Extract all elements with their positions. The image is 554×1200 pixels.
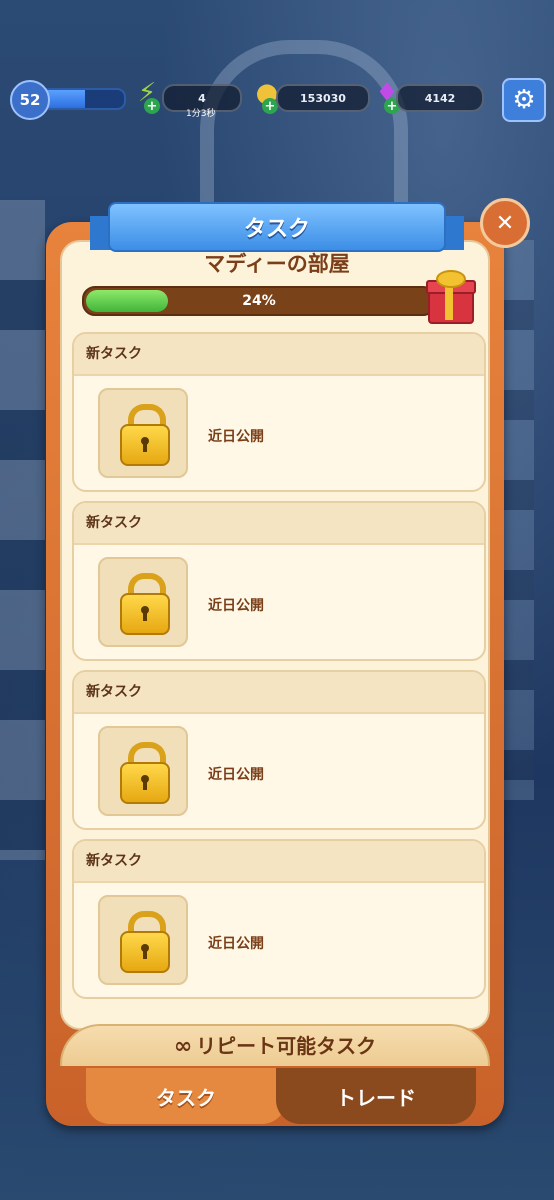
task-status-text: 近日公開 xyxy=(208,598,264,614)
lock-tile xyxy=(98,388,188,478)
padlock-icon xyxy=(120,931,170,973)
tab-task[interactable]: タスク xyxy=(86,1068,286,1124)
keyhole-stem xyxy=(143,780,147,790)
level-star-badge: 52 xyxy=(10,80,50,120)
coin-counter: 153030 xyxy=(276,84,370,112)
task-card[interactable]: 新タスク 近日公開 xyxy=(72,332,486,492)
repeatable-tasks-label: リピート可能タスク xyxy=(196,1034,377,1058)
lock-tile xyxy=(98,726,188,816)
task-card[interactable]: 新タスク 近日公開 xyxy=(72,501,486,661)
task-card-header: 新タスク xyxy=(74,334,484,376)
padlock-icon xyxy=(120,424,170,466)
task-card[interactable]: 新タスク 近日公開 xyxy=(72,839,486,999)
close-icon: ✕ xyxy=(495,210,515,236)
padlock-icon xyxy=(120,593,170,635)
gift-bow xyxy=(436,270,466,288)
task-card-header: 新タスク xyxy=(74,841,484,883)
room-progress-bar: 24% xyxy=(82,286,436,316)
task-card[interactable]: 新タスク 近日公開 xyxy=(72,670,486,830)
settings-gear-button[interactable]: ⚙ xyxy=(502,78,546,122)
keyhole-stem xyxy=(143,442,147,452)
background-arch xyxy=(200,40,408,224)
repeatable-tasks-label-row: ∞ リピート可能タスク xyxy=(46,1030,504,1059)
tab-trade[interactable]: トレード xyxy=(276,1068,476,1124)
background-side-panel xyxy=(0,200,45,860)
infinity-icon: ∞ xyxy=(173,1034,193,1059)
room-progress-label: 24% xyxy=(242,293,276,309)
gem-counter: 4142 xyxy=(396,84,484,112)
task-status-text: 近日公開 xyxy=(208,429,264,445)
task-status-text: 近日公開 xyxy=(208,767,264,783)
dialog-title: タスク xyxy=(108,202,446,252)
repeatable-tasks-section[interactable]: ∞ リピート可能タスク xyxy=(46,1024,504,1066)
task-status-text: 近日公開 xyxy=(208,936,264,952)
energy-plus-button[interactable]: + xyxy=(144,98,160,114)
task-card-header: 新タスク xyxy=(74,503,484,545)
lock-tile xyxy=(98,557,188,647)
padlock-icon xyxy=(120,762,170,804)
task-card-header: 新タスク xyxy=(74,672,484,714)
keyhole-stem xyxy=(143,611,147,621)
top-hud: 52 ⚡ + 4 1分3秒 ● + 153030 ♦ + 4142 xyxy=(0,76,554,120)
gear-icon: ⚙ xyxy=(512,85,536,115)
energy-timer: 1分3秒 xyxy=(186,109,216,119)
lock-tile xyxy=(98,895,188,985)
keyhole-stem xyxy=(143,949,147,959)
dialog-title-ribbon: タスク xyxy=(90,202,464,252)
close-button[interactable]: ✕ xyxy=(480,198,530,248)
gift-box-icon[interactable] xyxy=(426,270,476,324)
